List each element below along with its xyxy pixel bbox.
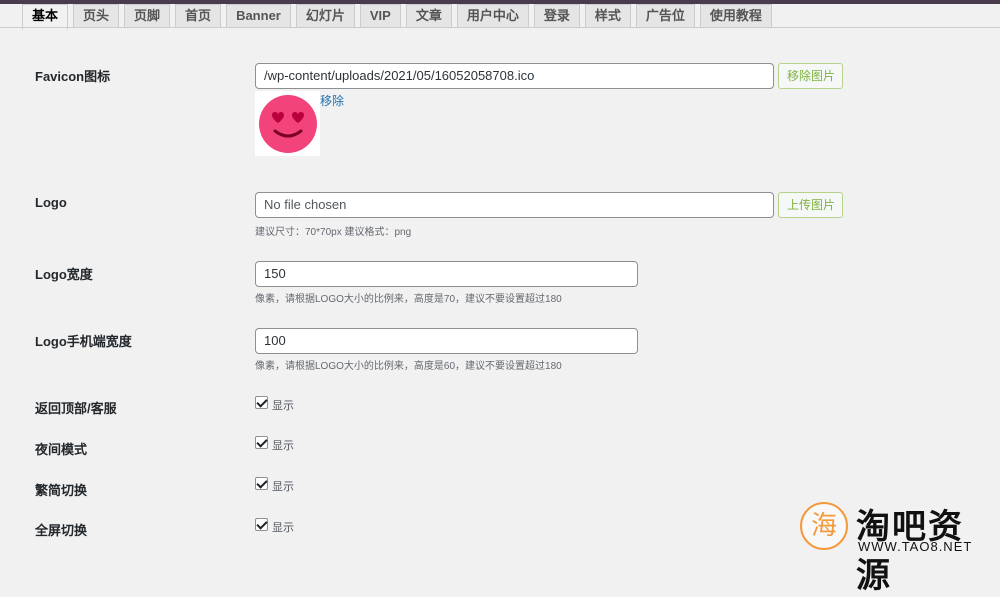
smiley-heart-eyes-icon bbox=[259, 95, 317, 153]
site-watermark: 海 淘吧资源 WWW.TAO8.NET bbox=[796, 497, 996, 596]
upload-image-button[interactable]: 上传图片 bbox=[778, 192, 843, 218]
tab-header[interactable]: 页头 bbox=[73, 4, 120, 28]
tabs-divider bbox=[0, 27, 1000, 28]
logo-mobile-width-label: Logo手机端宽度 bbox=[35, 334, 132, 349]
logo-hint: 建议尺寸：70*70px 建议格式：png bbox=[255, 227, 412, 238]
tab-slideshow[interactable]: 幻灯片 bbox=[295, 4, 355, 28]
back-to-top-option: 显示 bbox=[272, 400, 294, 412]
tab-login[interactable]: 登录 bbox=[533, 4, 580, 28]
settings-tabs: 基本 页头 页脚 首页 Banner 幻灯片 VIP 文章 用户中心 登录 样式… bbox=[22, 2, 777, 30]
traditional-simplified-label: 繁简切换 bbox=[35, 483, 88, 498]
tab-vip[interactable]: VIP bbox=[359, 4, 401, 28]
night-mode-checkbox[interactable] bbox=[255, 436, 268, 449]
watermark-logo-icon: 海 bbox=[800, 502, 848, 550]
logo-file-input[interactable]: No file chosen bbox=[255, 192, 774, 218]
logo-label: Logo bbox=[35, 195, 67, 210]
watermark-url: WWW.TAO8.NET bbox=[858, 539, 973, 554]
logo-width-hint: 像素，请根据LOGO大小的比例来，高度是70，建议不要设置超过180 bbox=[255, 294, 562, 305]
tab-style[interactable]: 样式 bbox=[584, 4, 631, 28]
tab-article[interactable]: 文章 bbox=[405, 4, 452, 28]
traditional-simplified-option: 显示 bbox=[272, 481, 294, 493]
logo-mobile-width-input[interactable]: 100 bbox=[255, 328, 638, 354]
tab-footer[interactable]: 页脚 bbox=[124, 4, 171, 28]
favicon-url-input[interactable]: /wp-content/uploads/2021/05/16052058708.… bbox=[255, 63, 774, 89]
logo-width-label: Logo宽度 bbox=[35, 267, 93, 282]
favicon-remove-link[interactable]: 移除 bbox=[320, 92, 344, 109]
fullscreen-option: 显示 bbox=[272, 522, 294, 534]
logo-mobile-width-hint: 像素，请根据LOGO大小的比例来，高度是60，建议不要设置超过180 bbox=[255, 361, 562, 372]
tab-ad-slot[interactable]: 广告位 bbox=[635, 4, 695, 28]
back-to-top-label: 返回顶部/客服 bbox=[35, 401, 117, 416]
tab-home[interactable]: 首页 bbox=[175, 4, 222, 28]
night-mode-label: 夜间模式 bbox=[35, 442, 88, 457]
favicon-label: Favicon图标 bbox=[35, 69, 111, 84]
tab-tutorial[interactable]: 使用教程 bbox=[699, 4, 772, 28]
traditional-simplified-checkbox[interactable] bbox=[255, 477, 268, 490]
back-to-top-checkbox[interactable] bbox=[255, 396, 268, 409]
tab-user-center[interactable]: 用户中心 bbox=[456, 4, 529, 28]
tab-banner[interactable]: Banner bbox=[226, 4, 291, 28]
favicon-preview bbox=[255, 91, 320, 156]
fullscreen-label: 全屏切换 bbox=[35, 523, 88, 538]
fullscreen-checkbox[interactable] bbox=[255, 518, 268, 531]
night-mode-option: 显示 bbox=[272, 440, 294, 452]
logo-width-input[interactable]: 150 bbox=[255, 261, 638, 287]
remove-image-button[interactable]: 移除图片 bbox=[778, 63, 843, 89]
